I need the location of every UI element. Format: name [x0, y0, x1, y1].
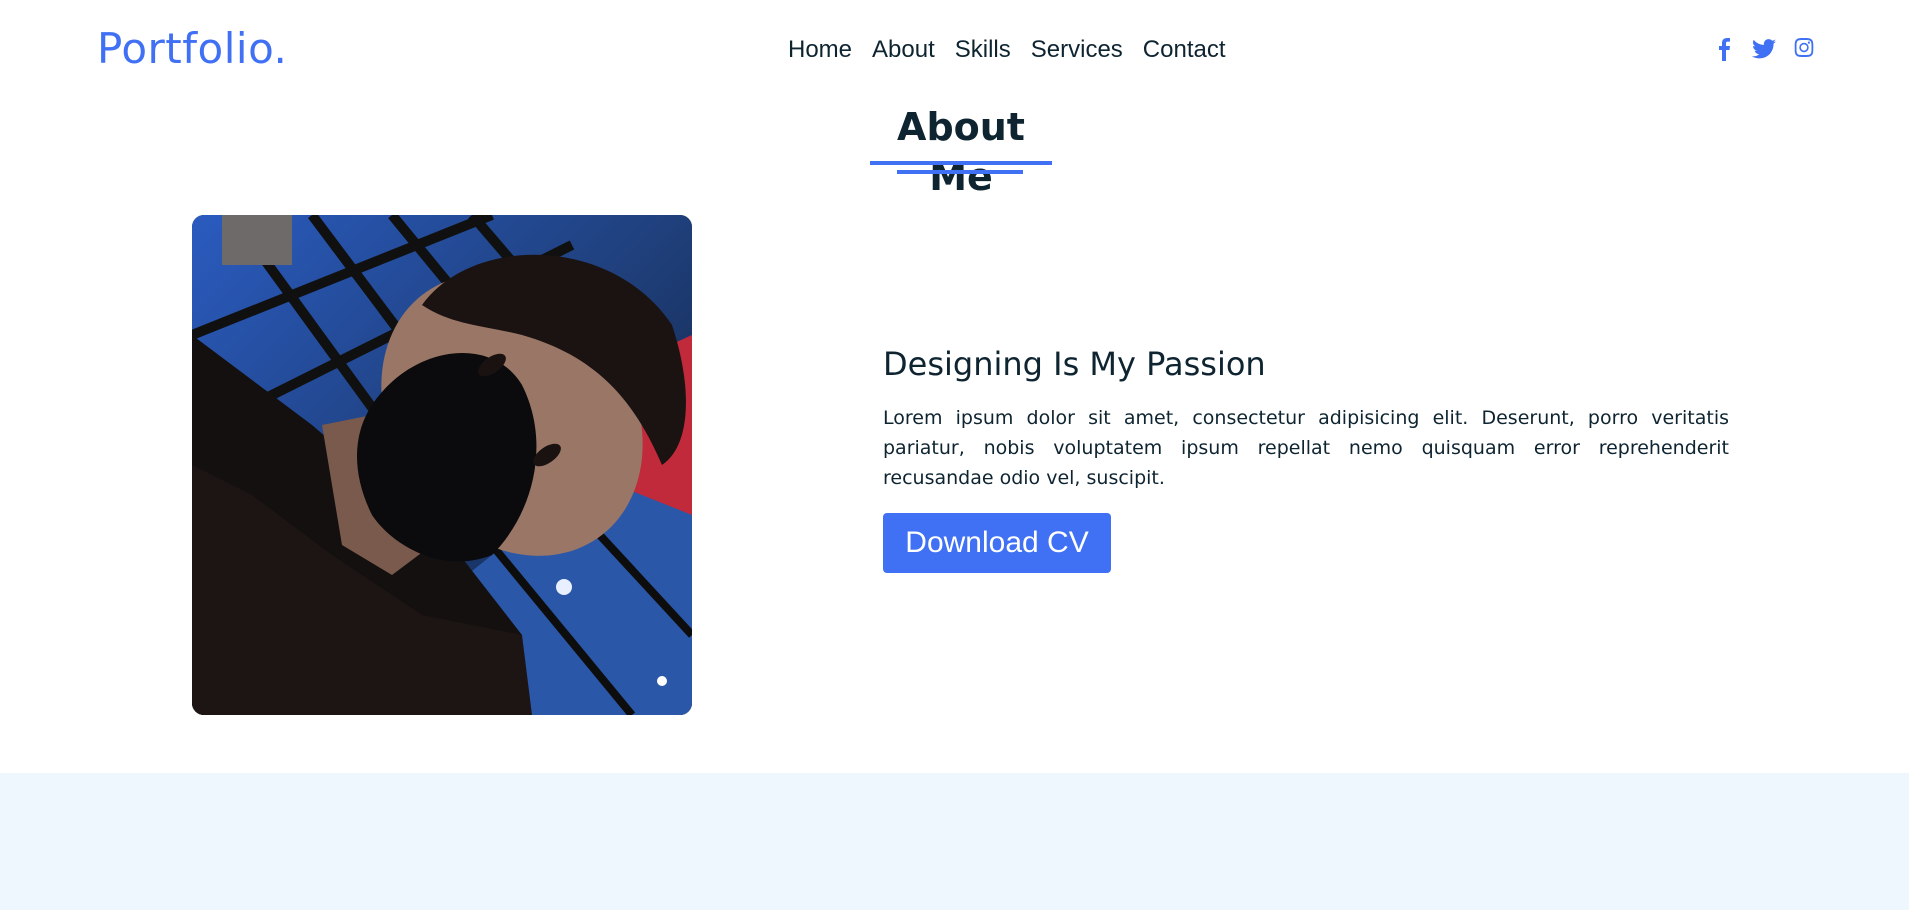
next-section-band [0, 773, 1909, 910]
about-content: Designing Is My Passion Lorem ipsum dolo… [883, 345, 1729, 573]
about-heading: Designing Is My Passion [883, 345, 1266, 383]
nav-skills[interactable]: Skills [955, 36, 1011, 64]
main-nav: Home About Skills Services Contact [788, 36, 1226, 64]
nav-home[interactable]: Home [788, 36, 852, 64]
nav-about[interactable]: About [872, 36, 935, 64]
title-underline-secondary [897, 170, 1023, 174]
download-cv-button[interactable]: Download CV [883, 513, 1111, 573]
social-links [1712, 36, 1816, 62]
nav-services[interactable]: Services [1031, 36, 1123, 64]
header: Portfolio. Home About Skills Services Co… [0, 0, 1909, 100]
about-title: About Me [897, 105, 1025, 199]
instagram-icon[interactable] [1792, 36, 1816, 62]
section-title: About Me [870, 102, 1052, 202]
nav-contact[interactable]: Contact [1143, 36, 1226, 64]
about-paragraph: Lorem ipsum dolor sit amet, consectetur … [883, 407, 1729, 489]
profile-photo [192, 215, 692, 715]
facebook-icon[interactable] [1712, 36, 1736, 62]
twitter-icon[interactable] [1752, 36, 1776, 62]
title-underline [870, 161, 1052, 165]
logo[interactable]: Portfolio. [97, 24, 287, 73]
